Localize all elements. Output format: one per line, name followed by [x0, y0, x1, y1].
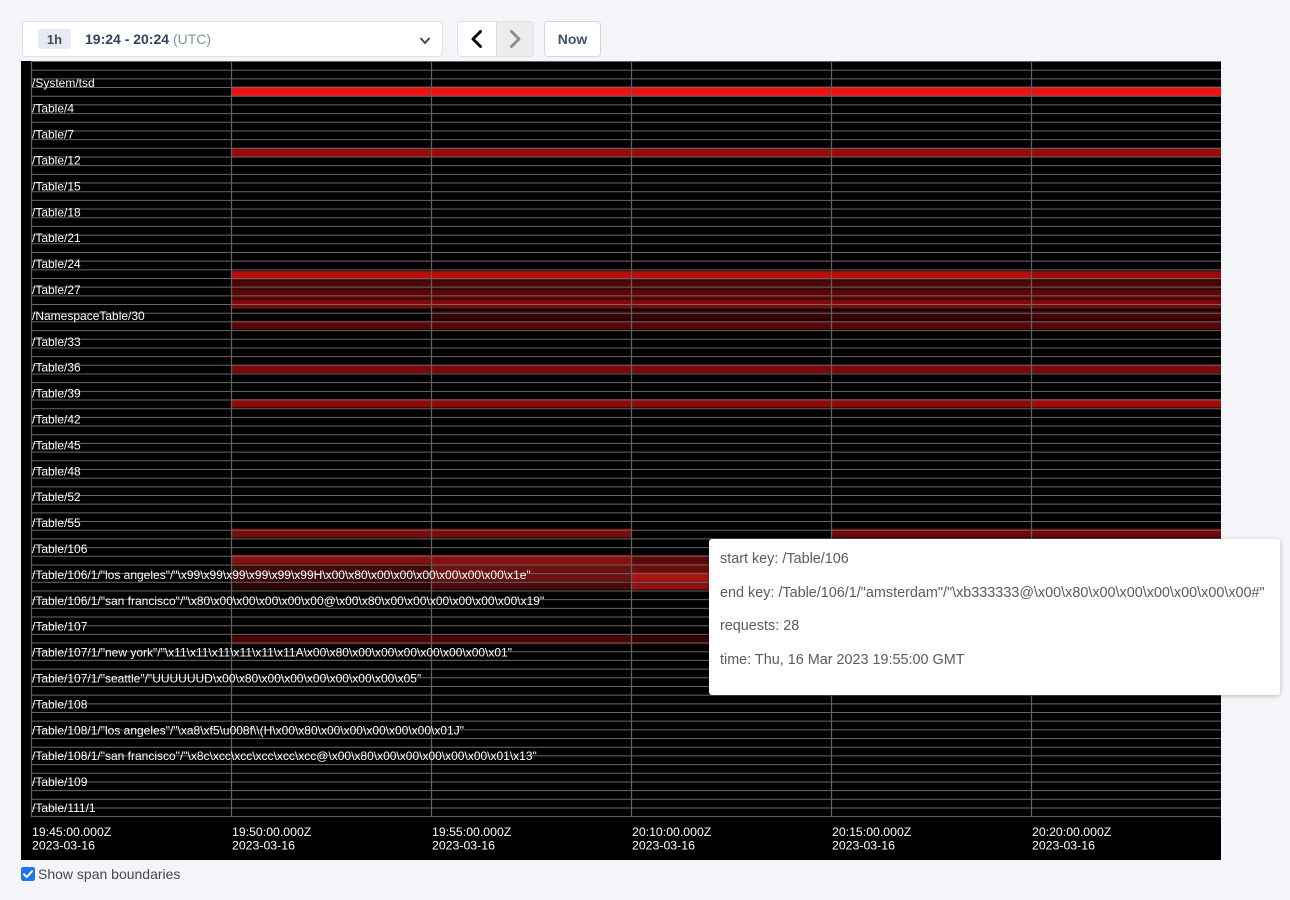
svg-text:/Table/27: /Table/27: [32, 283, 81, 297]
svg-text:/Table/18: /Table/18: [32, 205, 81, 219]
svg-text:20:20:00.000Z: 20:20:00.000Z: [1032, 825, 1112, 839]
svg-text:/Table/55: /Table/55: [32, 516, 81, 530]
svg-text:/Table/106/1/"san francisco"/": /Table/106/1/"san francisco"/"\x80\x00\x…: [32, 594, 544, 608]
svg-text:/Table/12: /Table/12: [32, 154, 81, 168]
svg-text:2023-03-16: 2023-03-16: [32, 839, 95, 853]
svg-text:/Table/109: /Table/109: [32, 775, 88, 789]
svg-text:/Table/108/1/"los angeles"/"\x: /Table/108/1/"los angeles"/"\xa8\xf5\u00…: [32, 723, 464, 737]
svg-text:/Table/108: /Table/108: [32, 697, 88, 711]
svg-text:/Table/48: /Table/48: [32, 464, 81, 478]
svg-text:/Table/24: /Table/24: [32, 257, 81, 271]
svg-text:2023-03-16: 2023-03-16: [1032, 839, 1095, 853]
svg-text:/Table/52: /Table/52: [32, 490, 81, 504]
svg-text:/Table/4: /Table/4: [32, 102, 74, 116]
svg-text:2023-03-16: 2023-03-16: [632, 839, 695, 853]
svg-text:/NamespaceTable/30: /NamespaceTable/30: [32, 309, 145, 323]
svg-text:2023-03-16: 2023-03-16: [232, 839, 295, 853]
svg-text:/Table/21: /Table/21: [32, 231, 81, 245]
svg-text:20:10:00.000Z: 20:10:00.000Z: [632, 825, 712, 839]
svg-text:/Table/111/1: /Table/111/1: [32, 801, 96, 815]
svg-text:/Table/106: /Table/106: [32, 542, 88, 556]
svg-text:/Table/107: /Table/107: [32, 620, 88, 634]
svg-text:2023-03-16: 2023-03-16: [432, 839, 495, 853]
svg-text:19:50:00.000Z: 19:50:00.000Z: [232, 825, 312, 839]
svg-text:/System/tsd: /System/tsd: [32, 76, 95, 90]
svg-text:19:55:00.000Z: 19:55:00.000Z: [432, 825, 512, 839]
svg-text:19:45:00.000Z: 19:45:00.000Z: [32, 825, 112, 839]
svg-text:/Table/36: /Table/36: [32, 361, 81, 375]
svg-text:/Table/106/1/"los angeles"/"\x: /Table/106/1/"los angeles"/"\x99\x99\x99…: [32, 568, 531, 582]
svg-text:2023-03-16: 2023-03-16: [832, 839, 895, 853]
svg-text:/Table/7: /Table/7: [32, 128, 74, 142]
svg-text:/Table/107/1/"new york"/"\x11\: /Table/107/1/"new york"/"\x11\x11\x11\x1…: [32, 646, 512, 660]
svg-text:/Table/107/1/"seattle"/"UUUUUU: /Table/107/1/"seattle"/"UUUUUUD\x00\x80\…: [32, 672, 421, 686]
svg-text:/Table/33: /Table/33: [32, 335, 81, 349]
svg-text:20:15:00.000Z: 20:15:00.000Z: [832, 825, 912, 839]
svg-text:/Table/39: /Table/39: [32, 387, 81, 401]
svg-text:/Table/15: /Table/15: [32, 179, 81, 193]
svg-text:/Table/42: /Table/42: [32, 413, 81, 427]
svg-text:/Table/108/1/"san francisco"/": /Table/108/1/"san francisco"/"\x8c\xcc\x…: [32, 749, 537, 763]
svg-text:/Table/45: /Table/45: [32, 438, 81, 452]
